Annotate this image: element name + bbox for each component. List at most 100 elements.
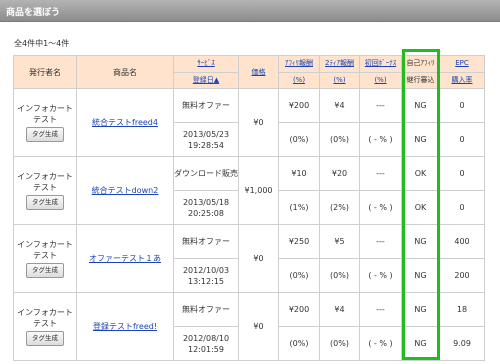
first-bonus-cell: --- <box>359 156 402 191</box>
self-affiliate-status: NG <box>401 88 440 123</box>
tag-generate-button[interactable]: タグ生成 <box>26 331 64 346</box>
affiliate-name: インフォカートテスト <box>17 172 73 192</box>
epc-cell: 0 <box>439 88 485 123</box>
tag-generate-button[interactable]: タグ生成 <box>26 127 64 142</box>
affiliate-cell: インフォカートテスト タグ生成 <box>13 156 77 225</box>
first-bonus-pct-cell: ( - % ) <box>359 190 402 225</box>
sort-first-bonus-pct-link[interactable]: (%) <box>374 75 386 86</box>
affiliate-name: インフォカートテスト <box>17 240 73 260</box>
second-pct-cell: (0%) <box>319 326 360 361</box>
table-row: インフォカートテスト タグ生成 オファーテスト１あ 無料オファー ¥0 ¥250… <box>13 224 485 293</box>
affiliate-reward-cell: ¥200 <box>278 292 320 327</box>
sort-second-pct-link[interactable]: (%) <box>333 75 345 86</box>
affiliate-name: インフォカートテスト <box>17 104 73 124</box>
service-cell: 無料オファー <box>173 88 239 123</box>
service-cell: 無料オファー <box>173 224 239 259</box>
table-row: インフォカートテスト タグ生成 統合テストfreed4 無料オファー ¥0 ¥2… <box>13 88 485 157</box>
epc-cell: 0 <box>439 156 485 191</box>
affiliate-cell: インフォカートテスト タグ生成 <box>13 88 77 157</box>
page-header: 商品を選ぼう <box>0 0 500 22</box>
sort-affiliate-reward-link[interactable]: ｱﾌｨﾘ報酬 <box>285 58 313 69</box>
col-self-affiliate: 自己ｱﾌｨﾘ 継行審込 <box>401 55 440 89</box>
product-link[interactable]: 統合テストdown2 <box>92 186 159 195</box>
date-cell: 2012/10/03 13:12:15 <box>173 258 239 293</box>
sort-affiliate-pct-link[interactable]: (%) <box>293 75 305 86</box>
first-bonus-cell: --- <box>359 224 402 259</box>
affiliate-cell: インフォカートテスト タグ生成 <box>13 292 77 361</box>
col-second-reward: 2ﾃｨｱ報酬 (%) <box>319 55 360 89</box>
self-affiliate-status: NG <box>401 292 440 327</box>
sort-price-link[interactable]: 価格 <box>252 68 266 76</box>
affiliate-name: インフォカートテスト <box>17 308 73 328</box>
sort-first-bonus-link[interactable]: 初回ﾎﾞｰﾅｽ <box>365 58 397 69</box>
affiliate-pct-cell: (0%) <box>278 326 320 361</box>
affiliate-reward-cell: ¥10 <box>278 156 320 191</box>
service-cell: 無料オファー <box>173 292 239 327</box>
tag-generate-button[interactable]: タグ生成 <box>26 195 64 210</box>
epc-cell: 18 <box>439 292 485 327</box>
sort-service-link[interactable]: ｻｰﾋﾞｽ <box>197 58 215 69</box>
continued-review-status: NG <box>401 122 440 157</box>
product-cell: 統合テストfreed4 <box>76 88 174 157</box>
affiliate-reward-cell: ¥200 <box>278 88 320 123</box>
product-link[interactable]: 登録テストfreed! <box>93 322 157 331</box>
sort-epc-link[interactable]: EPC <box>455 58 469 69</box>
second-pct-cell: (0%) <box>319 258 360 293</box>
date-cell: 2013/05/23 19:28:54 <box>173 122 239 157</box>
table-header-row: 発行者名 商品名 ｻｰﾋﾞｽ 登録日▲ 価格 ｱﾌｨﾘ報酬 (%) 2ﾃｨｱ報酬 <box>13 55 485 89</box>
product-link[interactable]: 統合テストfreed4 <box>92 118 158 127</box>
purchase-rate-cell: 9.09 <box>439 326 485 361</box>
product-cell: オファーテスト１あ <box>76 224 174 293</box>
result-count: 全4件中1～4件 <box>14 39 70 48</box>
affiliate-pct-cell: (1%) <box>278 190 320 225</box>
col-affiliate-name: 発行者名 <box>13 55 77 89</box>
service-cell: ダウンロード販売 <box>173 156 239 191</box>
first-bonus-cell: --- <box>359 292 402 327</box>
tag-generate-button[interactable]: タグ生成 <box>26 263 64 278</box>
col-service-date: ｻｰﾋﾞｽ 登録日▲ <box>173 55 239 89</box>
second-pct-cell: (0%) <box>319 122 360 157</box>
affiliate-pct-cell: (0%) <box>278 122 320 157</box>
second-reward-cell: ¥20 <box>319 156 360 191</box>
product-cell: 統合テストdown2 <box>76 156 174 225</box>
second-reward-cell: ¥4 <box>319 292 360 327</box>
col-price: 価格 <box>238 55 279 89</box>
affiliate-pct-cell: (0%) <box>278 258 320 293</box>
price-cell: ¥0 <box>238 88 279 157</box>
affiliate-reward-cell: ¥250 <box>278 224 320 259</box>
continued-review-status: NG <box>401 258 440 293</box>
purchase-rate-cell: 200 <box>439 258 485 293</box>
date-cell: 2012/08/10 12:01:59 <box>173 326 239 361</box>
col-first-bonus: 初回ﾎﾞｰﾅｽ (%) <box>359 55 402 89</box>
table-row: インフォカートテスト タグ生成 統合テストdown2 ダウンロード販売 ¥1,0… <box>13 156 485 225</box>
epc-cell: 400 <box>439 224 485 259</box>
first-bonus-pct-cell: ( - % ) <box>359 122 402 157</box>
self-affiliate-status: OK <box>401 156 440 191</box>
price-cell: ¥0 <box>238 292 279 361</box>
price-cell: ¥1,000 <box>238 156 279 225</box>
product-link[interactable]: オファーテスト１あ <box>89 254 161 263</box>
sort-date-link[interactable]: 登録日▲ <box>193 75 219 86</box>
self-affiliate-label: 自己ｱﾌｨﾘ <box>406 59 435 68</box>
second-reward-cell: ¥4 <box>319 88 360 123</box>
date-cell: 2013/05/18 20:25:08 <box>173 190 239 225</box>
continued-review-status: NG <box>401 326 440 361</box>
first-bonus-pct-cell: ( - % ) <box>359 258 402 293</box>
col-epc: EPC 購入率 <box>439 55 485 89</box>
sort-purchase-rate-link[interactable]: 購入率 <box>452 75 473 86</box>
self-affiliate-status: NG <box>401 224 440 259</box>
continued-review-label: 継行審込 <box>406 75 435 84</box>
second-pct-cell: (2%) <box>319 190 360 225</box>
first-bonus-cell: --- <box>359 88 402 123</box>
table-row: インフォカートテスト タグ生成 登録テストfreed! 無料オファー ¥0 ¥2… <box>13 292 485 361</box>
purchase-rate-cell: 0 <box>439 190 485 225</box>
purchase-rate-cell: 0 <box>439 122 485 157</box>
first-bonus-pct-cell: ( - % ) <box>359 326 402 361</box>
product-cell: 登録テストfreed! <box>76 292 174 361</box>
second-reward-cell: ¥5 <box>319 224 360 259</box>
product-table: 発行者名 商品名 ｻｰﾋﾞｽ 登録日▲ 価格 ｱﾌｨﾘ報酬 (%) 2ﾃｨｱ報酬 <box>13 55 485 361</box>
sort-second-reward-link[interactable]: 2ﾃｨｱ報酬 <box>325 58 354 69</box>
page-title: 商品を選ぼう <box>6 8 61 18</box>
affiliate-cell: インフォカートテスト タグ生成 <box>13 224 77 293</box>
col-product-name: 商品名 <box>76 55 174 89</box>
